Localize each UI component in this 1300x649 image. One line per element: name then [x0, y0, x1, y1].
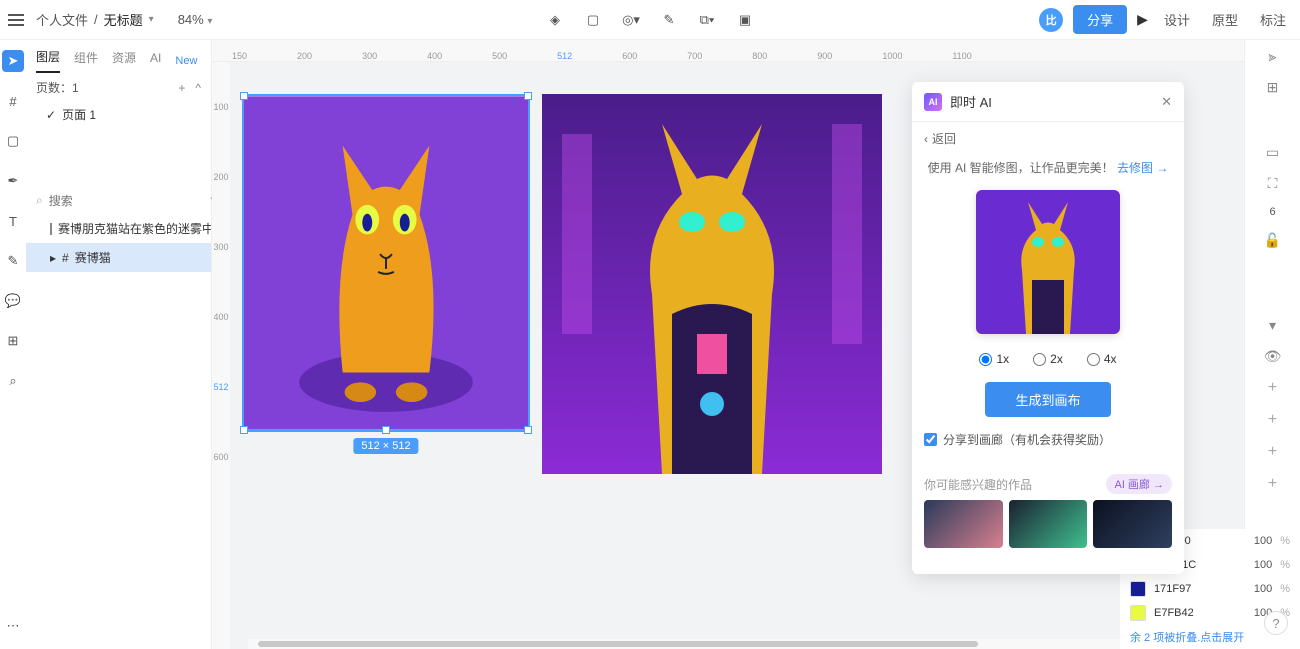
add-section-4[interactable]: + [1268, 475, 1277, 493]
add-section-1[interactable]: + [1268, 379, 1277, 397]
play-icon[interactable]: ▶ [1137, 11, 1148, 28]
retouch-link[interactable]: 去修图 → [1117, 161, 1168, 175]
gallery-link[interactable]: AI 画廊 → [1106, 474, 1172, 494]
right-value: 6 [1269, 206, 1275, 218]
chevron-down-icon[interactable]: ▾ [149, 14, 154, 25]
share-gallery-label: 分享到画廊（有机会获得奖励） [943, 431, 1111, 448]
menu-icon[interactable] [8, 10, 28, 30]
scrollbar-horizontal[interactable] [248, 639, 1244, 649]
ai-hint: 使用 AI 智能修图，让作品更完美！ 去修图 → [912, 155, 1184, 180]
mode-design[interactable]: 设计 [1158, 10, 1196, 29]
rectangle-tool[interactable]: ▢ [2, 130, 24, 152]
mode-annotate[interactable]: 标注 [1254, 10, 1292, 29]
text-tool[interactable]: T [2, 210, 24, 232]
thumb-3[interactable] [1093, 500, 1172, 548]
radio-1x[interactable]: 1x [979, 352, 1009, 366]
tab-components[interactable]: 组件 [74, 49, 98, 72]
mode-prototype[interactable]: 原型 [1206, 10, 1244, 29]
help-button[interactable]: ? [1264, 611, 1288, 635]
tab-layers[interactable]: 图层 [36, 48, 60, 73]
lock-icon[interactable]: 🔓 [1264, 232, 1281, 249]
frame-tool[interactable]: # [2, 90, 24, 112]
pen-tool[interactable]: ✒ [2, 170, 24, 192]
share-button[interactable]: 分享 [1073, 5, 1127, 34]
canvas[interactable]: 15020030040050051260070080090010001100 1… [212, 40, 1244, 649]
boolean-icon[interactable]: ⧉▾ [697, 10, 717, 30]
expand-icon[interactable]: ⛶ [1268, 175, 1278, 192]
page-item[interactable]: ✓页面 1 [26, 102, 211, 127]
layer-search-input[interactable] [49, 194, 204, 208]
component-icon[interactable]: ▣ [735, 10, 755, 30]
visibility-icon[interactable]: 👁 [1264, 348, 1282, 365]
pencil-tool[interactable]: ✎ [2, 250, 24, 272]
frame-icon[interactable]: ▢ [583, 10, 603, 30]
breadcrumb: 个人文件 / 无标题 ▾ [36, 10, 154, 29]
edit-icon[interactable]: ✎ [659, 10, 679, 30]
selected-frame[interactable]: 512 × 512 [242, 94, 530, 432]
document-title[interactable]: 无标题 [104, 10, 143, 29]
interest-label: 你可能感兴趣的作品 [924, 476, 1032, 493]
comment-tool[interactable]: 💬 [2, 290, 24, 312]
back-button[interactable]: ‹返回 [912, 122, 1184, 155]
move-tool[interactable]: ➤ [2, 50, 24, 72]
ai-preview [976, 190, 1120, 334]
collapse-pages-icon[interactable]: ^ [195, 81, 201, 95]
cat-illustration [244, 96, 528, 430]
scale-radios: 1x 2x 4x [912, 344, 1184, 374]
avatar[interactable]: 比 [1039, 8, 1063, 32]
thumb-1[interactable] [924, 500, 1003, 548]
search-tool[interactable]: ⌕ [2, 370, 24, 392]
thumb-2[interactable] [1009, 500, 1088, 548]
ruler-vertical: 100200300400512600 [212, 62, 230, 649]
ai-logo-icon: AI [924, 93, 942, 111]
generate-button[interactable]: 生成到画布 [985, 382, 1111, 417]
radio-4x[interactable]: 4x [1087, 352, 1117, 366]
tab-assets[interactable]: 资源 [112, 49, 136, 72]
mask-icon[interactable]: ◎▾ [621, 10, 641, 30]
align-icon[interactable]: ⫸ [1269, 48, 1277, 65]
ai-panel: AI 即时 AI ✕ ‹返回 使用 AI 智能修图，让作品更完美！ 去修图 → … [912, 82, 1184, 574]
grid-icon[interactable]: ⊞ [1267, 79, 1279, 96]
layer-item[interactable]: 赛博朋克猫站在紫色的迷雾中... [26, 214, 211, 243]
add-section-2[interactable]: + [1268, 411, 1277, 429]
tab-ai[interactable]: AI [150, 51, 161, 71]
layer-item-selected[interactable]: ▸#赛博猫 [26, 243, 211, 272]
widget-tool[interactable]: ⊞ [2, 330, 24, 352]
breadcrumb-root[interactable]: 个人文件 [36, 10, 88, 29]
add-page-icon[interactable]: + [178, 81, 185, 95]
chevron-down-icon[interactable]: ▾ [1269, 317, 1276, 334]
new-badge: New [175, 55, 197, 67]
share-gallery-checkbox[interactable] [924, 433, 937, 446]
selection-size: 512 × 512 [353, 438, 418, 454]
ai-panel-title: 即时 AI [950, 92, 992, 111]
gallery-thumbs [912, 500, 1184, 548]
ruler-horizontal: 15020030040050051260070080090010001100 [212, 40, 1244, 62]
search-icon: ⌕ [36, 193, 43, 208]
close-icon[interactable]: ✕ [1161, 94, 1172, 110]
cyber-image[interactable] [542, 94, 882, 474]
add-section-3[interactable]: + [1268, 443, 1277, 461]
radio-2x[interactable]: 2x [1033, 352, 1063, 366]
zoom-select[interactable]: 84% ▾ [178, 12, 213, 27]
device-icon[interactable]: ▭ [1266, 144, 1279, 161]
more-tools[interactable]: ⋯ [2, 615, 24, 637]
color-row[interactable]: 171F97100% [1120, 577, 1300, 601]
shape-icon[interactable]: ◈ [545, 10, 565, 30]
